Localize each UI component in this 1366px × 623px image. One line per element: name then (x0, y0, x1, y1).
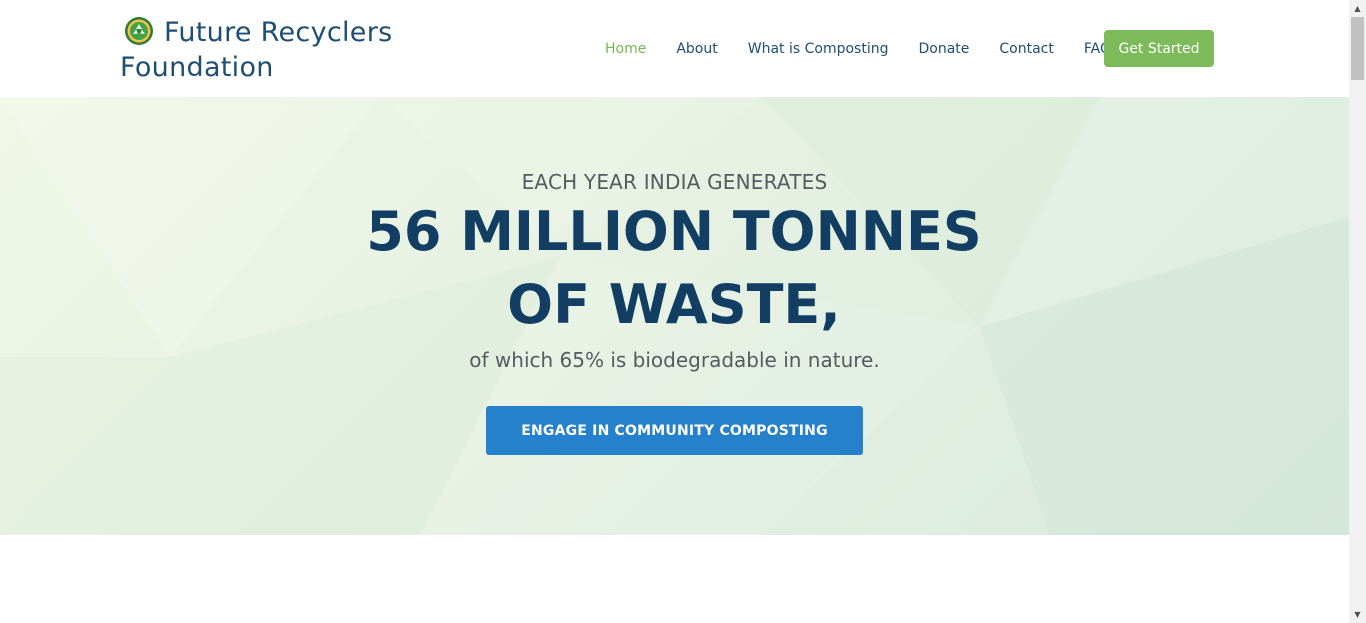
hero-eyebrow: EACH YEAR INDIA GENERATES (521, 170, 828, 194)
main-nav: Home About What is Composting Donate Con… (590, 30, 1126, 67)
recycle-emblem-icon (125, 17, 153, 45)
scrollbar-thumb[interactable] (1351, 17, 1364, 80)
nav-home[interactable]: Home (605, 41, 646, 57)
vertical-scrollbar[interactable]: ▲ ▼ (1349, 0, 1366, 623)
scroll-down-arrow-icon[interactable]: ▼ (1349, 606, 1366, 623)
brand-logo-link[interactable]: Future Recyclers Foundation (120, 15, 420, 85)
nav-what-is-composting[interactable]: What is Composting (748, 41, 889, 57)
get-started-button[interactable]: Get Started (1104, 30, 1214, 67)
engage-composting-button[interactable]: ENGAGE IN COMMUNITY COMPOSTING (486, 406, 863, 455)
nav-about[interactable]: About (676, 41, 717, 57)
nav-contact[interactable]: Contact (999, 41, 1053, 57)
site-header: Future Recyclers Foundation Home About W… (0, 0, 1349, 98)
brand-name-line1: Future Recyclers (164, 17, 393, 48)
hero-title: 56 MILLION TONNES OF WASTE, (366, 200, 982, 336)
page: Future Recyclers Foundation Home About W… (0, 0, 1349, 623)
nav-donate[interactable]: Donate (918, 41, 969, 57)
hero-section: EACH YEAR INDIA GENERATES 56 MILLION TON… (0, 97, 1349, 535)
scroll-up-arrow-icon[interactable]: ▲ (1349, 0, 1366, 17)
hero-subtitle: of which 65% is biodegradable in nature. (469, 348, 880, 372)
brand-name-line2: Foundation (120, 52, 274, 83)
